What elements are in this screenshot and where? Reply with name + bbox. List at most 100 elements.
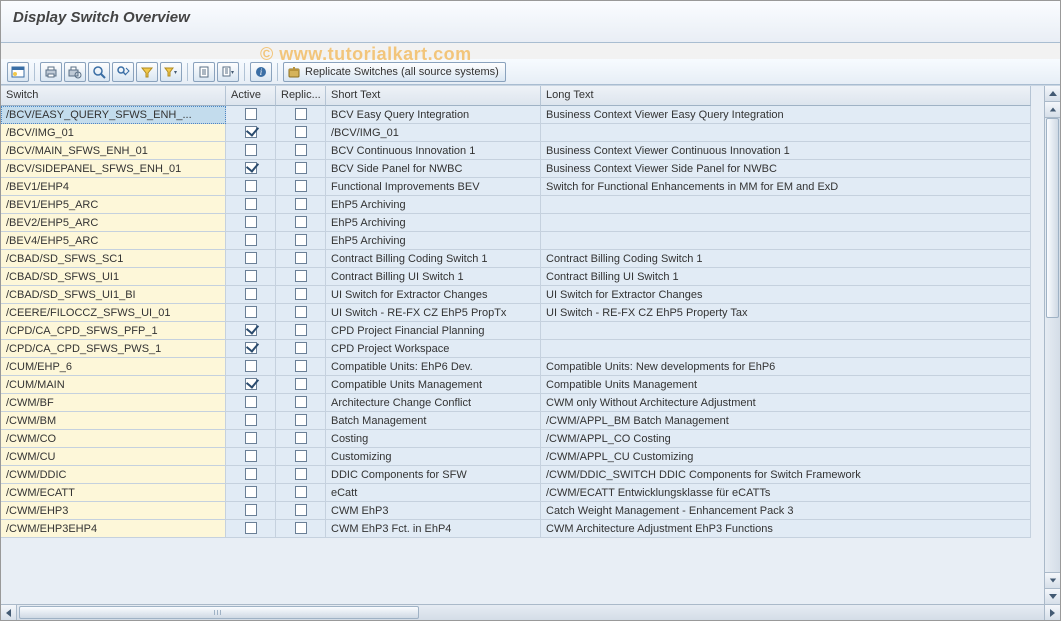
cell-short-text[interactable]: BCV Easy Query Integration bbox=[326, 106, 541, 124]
cell-replic[interactable] bbox=[276, 232, 326, 250]
cell-short-text[interactable]: EhP5 Archiving bbox=[326, 214, 541, 232]
replic-checkbox[interactable] bbox=[295, 324, 307, 336]
scroll-down-step-button[interactable] bbox=[1045, 572, 1060, 588]
cell-long-text[interactable]: /CWM/ECATT Entwicklungsklasse für eCATTs bbox=[541, 484, 1031, 502]
cell-long-text[interactable]: Contract Billing Coding Switch 1 bbox=[541, 250, 1031, 268]
replic-checkbox[interactable] bbox=[295, 342, 307, 354]
replic-checkbox[interactable] bbox=[295, 252, 307, 264]
col-header-longtext[interactable]: Long Text bbox=[541, 86, 1031, 106]
replic-checkbox[interactable] bbox=[295, 108, 307, 120]
cell-long-text[interactable]: Business Context Viewer Continuous Innov… bbox=[541, 142, 1031, 160]
cell-switch[interactable]: /BEV1/EHP4 bbox=[1, 178, 226, 196]
cell-active[interactable] bbox=[226, 394, 276, 412]
active-checkbox[interactable] bbox=[245, 324, 257, 336]
replic-checkbox[interactable] bbox=[295, 144, 307, 156]
cell-switch[interactable]: /BCV/IMG_01 bbox=[1, 124, 226, 142]
cell-short-text[interactable]: Costing bbox=[326, 430, 541, 448]
replic-checkbox[interactable] bbox=[295, 504, 307, 516]
cell-switch[interactable]: /CBAD/SD_SFWS_SC1 bbox=[1, 250, 226, 268]
cell-active[interactable] bbox=[226, 502, 276, 520]
cell-active[interactable] bbox=[226, 376, 276, 394]
cell-long-text[interactable]: Switch for Functional Enhancements in MM… bbox=[541, 178, 1031, 196]
cell-replic[interactable] bbox=[276, 394, 326, 412]
replic-checkbox[interactable] bbox=[295, 306, 307, 318]
cell-active[interactable] bbox=[226, 448, 276, 466]
cell-active[interactable] bbox=[226, 286, 276, 304]
cell-switch[interactable]: /BCV/MAIN_SFWS_ENH_01 bbox=[1, 142, 226, 160]
cell-replic[interactable] bbox=[276, 520, 326, 538]
cell-replic[interactable] bbox=[276, 196, 326, 214]
cell-long-text[interactable]: Compatible Units: New developments for E… bbox=[541, 358, 1031, 376]
cell-switch[interactable]: /CPD/CA_CPD_SFWS_PFP_1 bbox=[1, 322, 226, 340]
replic-checkbox[interactable] bbox=[295, 270, 307, 282]
data-grid[interactable]: Switch Active Replic... Short Text Long … bbox=[1, 86, 1032, 538]
cell-replic[interactable] bbox=[276, 178, 326, 196]
cell-active[interactable] bbox=[226, 304, 276, 322]
cell-short-text[interactable]: Compatible Units Management bbox=[326, 376, 541, 394]
cell-short-text[interactable]: Contract Billing UI Switch 1 bbox=[326, 268, 541, 286]
cell-short-text[interactable]: Customizing bbox=[326, 448, 541, 466]
cell-replic[interactable] bbox=[276, 376, 326, 394]
active-checkbox[interactable] bbox=[245, 414, 257, 426]
horizontal-scrollbar[interactable] bbox=[1, 604, 1060, 620]
replic-checkbox[interactable] bbox=[295, 162, 307, 174]
cell-long-text[interactable] bbox=[541, 196, 1031, 214]
col-header-shorttext[interactable]: Short Text bbox=[326, 86, 541, 106]
cell-long-text[interactable]: Business Context Viewer Side Panel for N… bbox=[541, 160, 1031, 178]
cell-switch[interactable]: /CBAD/SD_SFWS_UI1_BI bbox=[1, 286, 226, 304]
cell-active[interactable] bbox=[226, 484, 276, 502]
replic-checkbox[interactable] bbox=[295, 486, 307, 498]
active-checkbox[interactable] bbox=[245, 252, 257, 264]
replic-checkbox[interactable] bbox=[295, 288, 307, 300]
cell-switch[interactable]: /CWM/CU bbox=[1, 448, 226, 466]
cell-replic[interactable] bbox=[276, 502, 326, 520]
col-header-active[interactable]: Active bbox=[226, 86, 276, 106]
cell-long-text[interactable]: /CWM/APPL_CO Costing bbox=[541, 430, 1031, 448]
cell-switch[interactable]: /BCV/SIDEPANEL_SFWS_ENH_01 bbox=[1, 160, 226, 178]
cell-switch[interactable]: /CEERE/FILOCCZ_SFWS_UI_01 bbox=[1, 304, 226, 322]
active-checkbox[interactable] bbox=[245, 198, 257, 210]
active-checkbox[interactable] bbox=[245, 270, 257, 282]
cell-replic[interactable] bbox=[276, 412, 326, 430]
cell-short-text[interactable]: EhP5 Archiving bbox=[326, 232, 541, 250]
cell-short-text[interactable]: CPD Project Financial Planning bbox=[326, 322, 541, 340]
cell-long-text[interactable] bbox=[541, 232, 1031, 250]
cell-short-text[interactable]: EhP5 Archiving bbox=[326, 196, 541, 214]
replic-checkbox[interactable] bbox=[295, 396, 307, 408]
active-checkbox[interactable] bbox=[245, 468, 257, 480]
cell-long-text[interactable]: UI Switch for Extractor Changes bbox=[541, 286, 1031, 304]
replic-checkbox[interactable] bbox=[295, 180, 307, 192]
col-header-replic[interactable]: Replic... bbox=[276, 86, 326, 106]
cell-short-text[interactable]: Compatible Units: EhP6 Dev. bbox=[326, 358, 541, 376]
cell-replic[interactable] bbox=[276, 106, 326, 124]
cell-replic[interactable] bbox=[276, 214, 326, 232]
scroll-thumb[interactable] bbox=[1046, 118, 1059, 318]
cell-short-text[interactable]: UI Switch - RE-FX CZ EhP5 PropTx bbox=[326, 304, 541, 322]
cell-switch[interactable]: /BEV4/EHP5_ARC bbox=[1, 232, 226, 250]
replicate-switches-button[interactable]: Replicate Switches (all source systems) bbox=[283, 62, 506, 82]
active-checkbox[interactable] bbox=[245, 144, 257, 156]
cell-short-text[interactable]: Functional Improvements BEV bbox=[326, 178, 541, 196]
find-button[interactable] bbox=[88, 62, 110, 82]
cell-replic[interactable] bbox=[276, 340, 326, 358]
replic-checkbox[interactable] bbox=[295, 234, 307, 246]
active-checkbox[interactable] bbox=[245, 180, 257, 192]
cell-switch[interactable]: /CWM/EHP3EHP4 bbox=[1, 520, 226, 538]
cell-switch[interactable]: /BCV/EASY_QUERY_SFWS_ENH_... bbox=[1, 106, 226, 124]
cell-active[interactable] bbox=[226, 340, 276, 358]
cell-switch[interactable]: /BEV2/EHP5_ARC bbox=[1, 214, 226, 232]
scroll-down-button[interactable] bbox=[1045, 588, 1060, 604]
cell-short-text[interactable]: CWM EhP3 bbox=[326, 502, 541, 520]
cell-active[interactable] bbox=[226, 142, 276, 160]
print-preview-button[interactable] bbox=[64, 62, 86, 82]
scroll-up-step-button[interactable] bbox=[1045, 102, 1060, 118]
cell-active[interactable] bbox=[226, 250, 276, 268]
cell-active[interactable] bbox=[226, 466, 276, 484]
replic-checkbox[interactable] bbox=[295, 432, 307, 444]
cell-short-text[interactable]: BCV Side Panel for NWBC bbox=[326, 160, 541, 178]
replic-checkbox[interactable] bbox=[295, 450, 307, 462]
cell-replic[interactable] bbox=[276, 286, 326, 304]
cell-replic[interactable] bbox=[276, 448, 326, 466]
details-button[interactable] bbox=[7, 62, 29, 82]
cell-active[interactable] bbox=[226, 232, 276, 250]
